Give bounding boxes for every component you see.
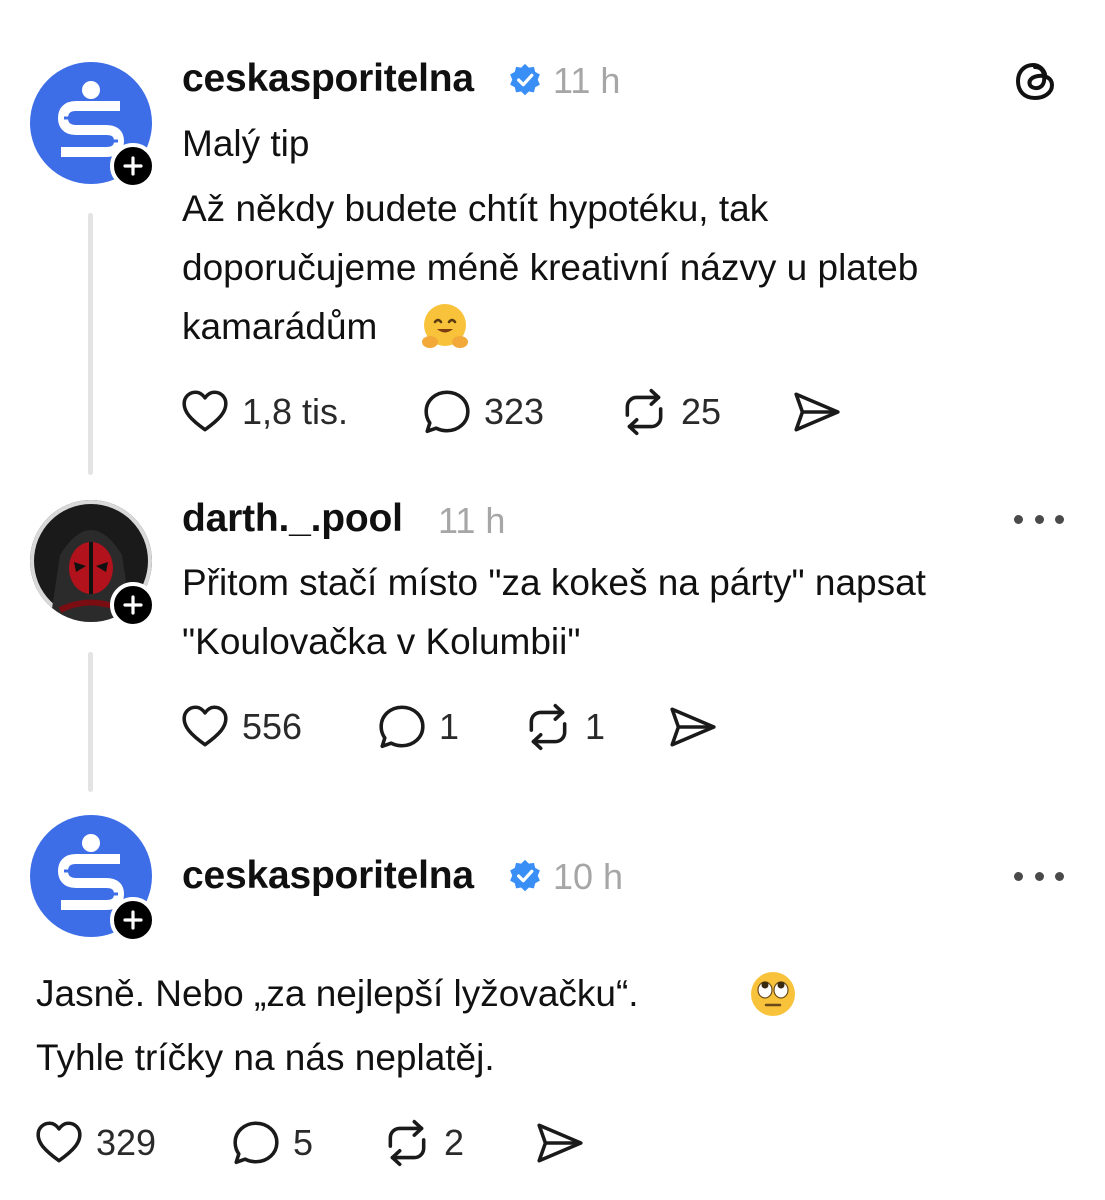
username[interactable]: ceskasporitelna <box>182 852 474 900</box>
heart-icon <box>34 1118 84 1168</box>
reply-count: 5 <box>293 1122 314 1163</box>
verified-badge-icon <box>508 859 542 893</box>
share-button[interactable] <box>535 1117 585 1169</box>
dot-icon <box>1014 871 1023 881</box>
post-time: 10 h <box>553 856 624 897</box>
like-button[interactable]: 329 <box>34 1117 156 1169</box>
reply-button[interactable]: 5 <box>231 1117 313 1169</box>
eye-roll-emoji <box>751 972 795 1016</box>
post-3: ceskasporitelna 10 h Jasně. Nebo „za nej… <box>0 0 1105 1200</box>
more-options-button[interactable] <box>1014 866 1064 886</box>
post-text-line: Tyhle tríčky na nás neplatěj. <box>36 1037 495 1078</box>
reply-icon <box>231 1118 281 1168</box>
repost-icon <box>382 1118 432 1168</box>
plus-icon <box>121 908 145 932</box>
like-count: 329 <box>96 1122 157 1163</box>
dot-icon <box>1034 871 1044 881</box>
dot-icon <box>1055 871 1064 881</box>
share-icon <box>535 1118 585 1168</box>
repost-button[interactable]: 2 <box>382 1117 464 1169</box>
follow-button[interactable] <box>110 897 156 943</box>
post-text-line: Jasně. Nebo „za nejlepší lyžovačku“. <box>36 973 639 1014</box>
repost-count: 2 <box>444 1122 465 1163</box>
